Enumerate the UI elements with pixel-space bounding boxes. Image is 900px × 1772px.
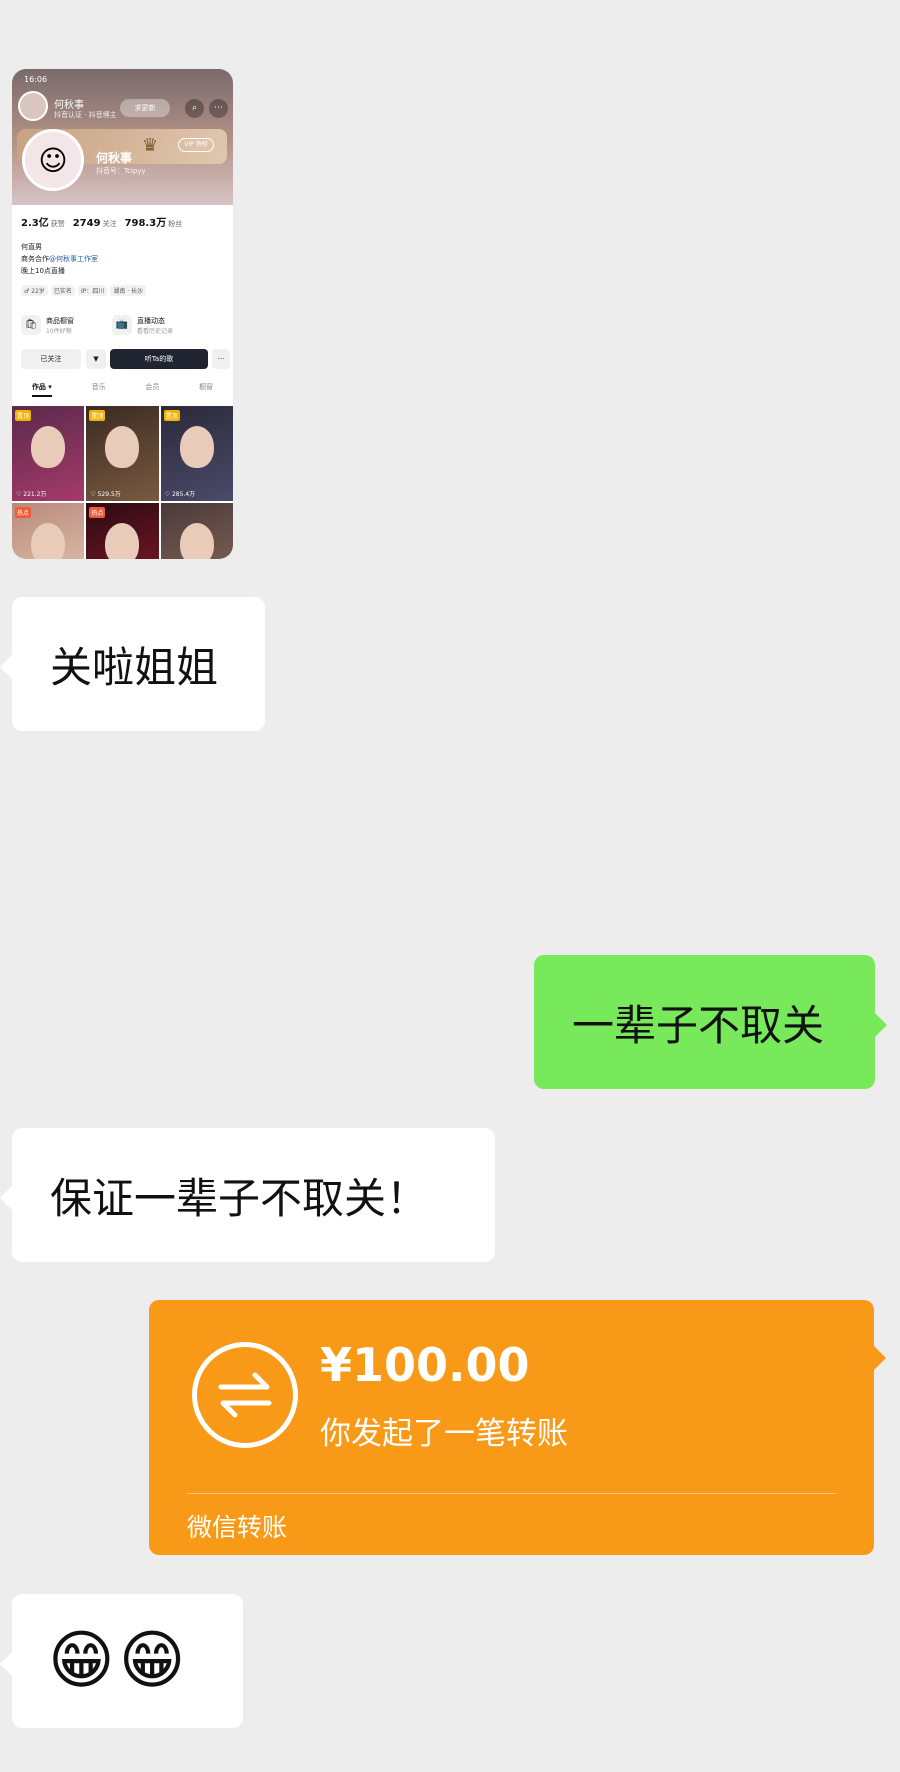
- stat-likes: 2.3亿 获赞: [21, 218, 65, 229]
- message-bubble-incoming[interactable]: 关啦姐姐: [0, 597, 265, 731]
- message-text: 一辈子不取关: [572, 1000, 825, 1050]
- tab-music: 音乐: [91, 383, 106, 391]
- divider: [187, 1493, 836, 1494]
- message-bubble-outgoing[interactable]: 一辈子不取关: [534, 955, 887, 1089]
- message-bubble-incoming[interactable]: 😁😁: [0, 1594, 243, 1728]
- profile-name: 何秋事: [96, 151, 133, 165]
- message-bubble-incoming[interactable]: 保证一辈子不取关！: [0, 1128, 495, 1262]
- transfer-arrows-icon: [192, 1342, 298, 1448]
- listen-song-button: 听Ta的歌: [110, 349, 208, 369]
- video-tile: 热点: [12, 503, 85, 559]
- video-tile: 热点: [86, 503, 159, 559]
- header-name: 何秋事: [54, 100, 84, 111]
- tab-member: 会员: [145, 383, 160, 391]
- tab-works: 作品 ▾: [31, 382, 52, 397]
- profile-tabs: 作品 ▾ 音乐 会员 橱窗: [12, 382, 233, 397]
- stat-following: 2749 关注: [72, 218, 117, 229]
- crown-icon: ♛: [142, 135, 159, 156]
- wechat-transfer-card[interactable]: ¥100.00 你发起了一笔转账 微信转账: [149, 1300, 886, 1555]
- profile-id: 抖音号：Tcipyy: [96, 167, 146, 175]
- video-tile: 置顶 ♡ 221.2万: [12, 406, 85, 501]
- followed-button: 已关注: [21, 349, 81, 369]
- video-tile: [160, 503, 233, 559]
- grinning-emoji: 😁😁: [48, 1624, 190, 1698]
- profile-avatar: ☺: [22, 129, 84, 191]
- profile-bio: 何直男 商务合作@何秋事工作室 晚上10点直播: [21, 243, 98, 275]
- more-icon: ⋯: [209, 99, 228, 118]
- tag-ip: IP：四川: [77, 285, 108, 296]
- transfer-footer-label: 微信转账: [187, 1513, 288, 1542]
- tab-showcase: 橱窗: [199, 383, 214, 391]
- search-icon: ⌕: [185, 99, 204, 118]
- shopping-bag-icon: 🛍: [21, 315, 41, 335]
- header-subtitle: 抖音认证 · 抖音博主: [54, 111, 117, 119]
- shared-screenshot-image[interactable]: 16:06 何秋事 抖音认证 · 抖音博主 求更新 ⌕ ⋯ ☺ 何秋事 抖音号：…: [12, 69, 233, 559]
- profile-tags: ♂ 22岁 已实名 IP：四川 湖南 · 长沙: [21, 285, 147, 296]
- video-tile: 置顶 ♡ 285.4万: [160, 406, 233, 501]
- vip-privilege-button: VIP 特权: [178, 138, 214, 152]
- status-time: 16:06: [24, 75, 48, 84]
- studio-link: @何秋事工作室: [49, 255, 98, 263]
- shop-window-entry: 🛍 商品橱窗 10件好物: [21, 315, 74, 335]
- live-history-entry: 📺 直播动态 看看历史记录: [112, 315, 173, 335]
- tag-location: 湖南 · 长沙: [110, 285, 147, 296]
- stat-followers: 798.3万 粉丝: [124, 218, 183, 229]
- message-text: 关啦姐姐: [50, 642, 219, 692]
- header-avatar: [18, 91, 48, 121]
- more-actions-button: ···: [212, 349, 230, 369]
- transfer-description: 你发起了一笔转账: [320, 1416, 568, 1452]
- tag-age: ♂ 22岁: [21, 285, 48, 296]
- filter-icon: ▼: [86, 349, 106, 369]
- profile-stats: 2.3亿 获赞 2749 关注 798.3万 粉丝: [21, 214, 182, 229]
- profile-header-banner: 16:06 何秋事 抖音认证 · 抖音博主 求更新 ⌕ ⋯ ☺ 何秋事 抖音号：…: [12, 69, 233, 205]
- tv-icon: 📺: [112, 315, 132, 335]
- transfer-amount: ¥100.00: [320, 1338, 530, 1392]
- request-update-button: 求更新: [120, 99, 170, 117]
- message-text: 保证一辈子不取关！: [50, 1173, 429, 1223]
- video-grid: 置顶 ♡ 221.2万 置顶 ♡ 529.5万 置顶 ♡ 285.4万 热点 热点: [12, 406, 233, 559]
- tag-verified: 已实名: [50, 285, 75, 296]
- video-tile: 置顶 ♡ 529.5万: [86, 406, 159, 501]
